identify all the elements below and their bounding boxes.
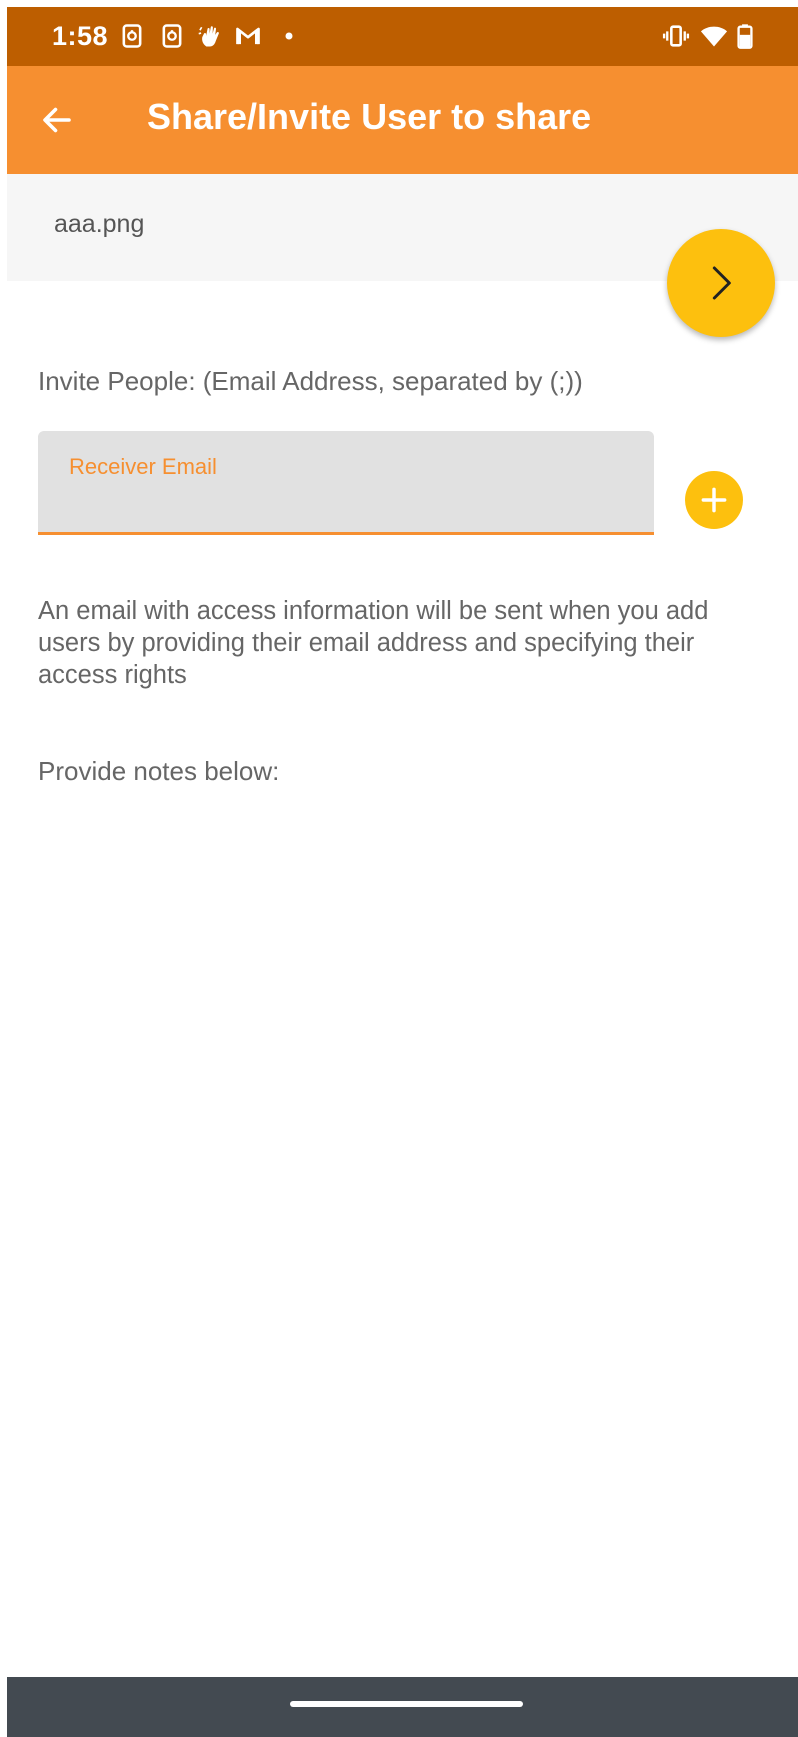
home-handle[interactable] — [290, 1701, 523, 1707]
receiver-email-field[interactable]: Receiver Email — [38, 431, 654, 535]
plus-icon — [701, 487, 727, 513]
file-name: aaa.png — [54, 210, 145, 238]
receiver-email-input[interactable] — [69, 487, 619, 521]
gmail-icon — [236, 27, 260, 45]
screen: 1:58 Share/Invite User to share aaa.png … — [7, 7, 798, 1737]
battery-icon — [737, 24, 753, 49]
app-bar: Share/Invite User to share — [7, 66, 798, 174]
hand-icon — [198, 26, 219, 47]
vibrate-icon — [662, 25, 690, 47]
status-bar: 1:58 — [7, 7, 798, 66]
page-title: Share/Invite User to share — [147, 96, 592, 137]
back-arrow-icon — [43, 107, 71, 133]
screenshot-icon — [122, 24, 142, 48]
screenshot-icon — [162, 24, 182, 48]
access-info-text: An email with access information will be… — [38, 597, 709, 689]
dot-icon — [285, 32, 293, 40]
add-email-button[interactable] — [685, 471, 743, 529]
next-button[interactable] — [667, 229, 775, 337]
back-button[interactable] — [29, 92, 85, 148]
navigation-bar — [7, 1677, 798, 1737]
receiver-email-label: Receiver Email — [69, 454, 217, 479]
status-time: 1:58 — [52, 21, 109, 51]
notes-label: Provide notes below: — [38, 756, 280, 786]
wifi-icon — [700, 26, 728, 47]
invite-people-label: Invite People: (Email Address, separated… — [38, 366, 583, 396]
chevron-right-icon — [712, 266, 731, 300]
